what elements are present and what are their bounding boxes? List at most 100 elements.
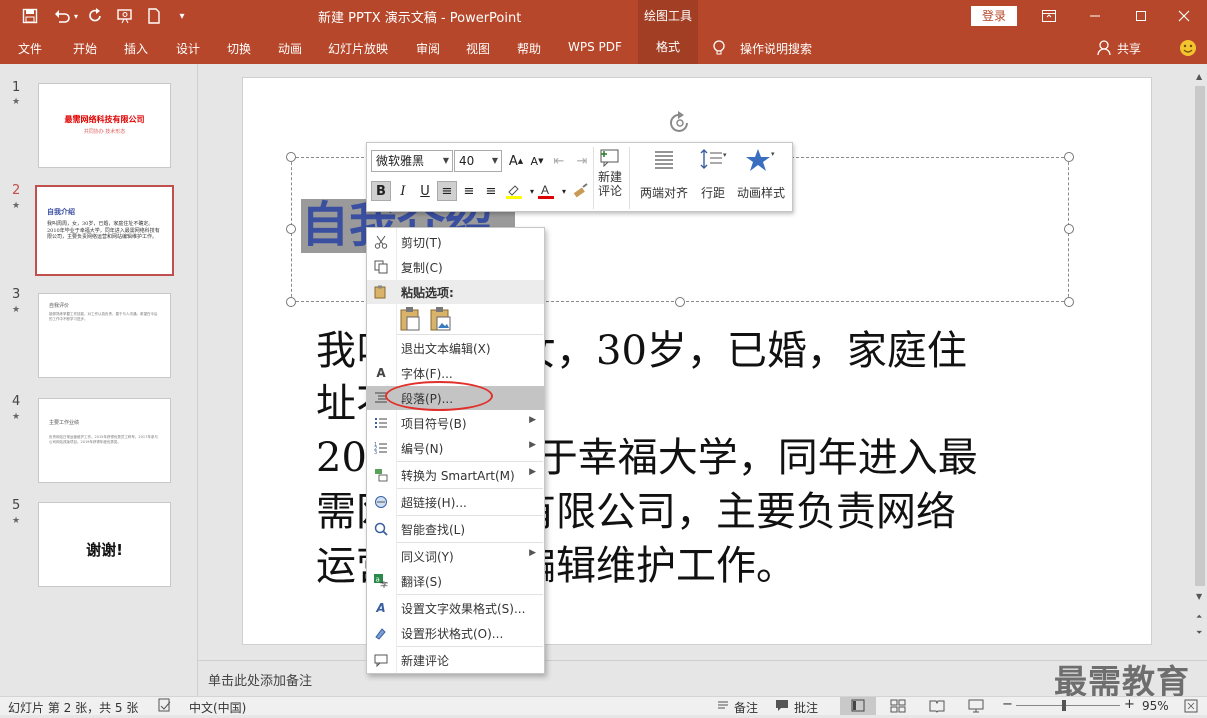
tab-help[interactable]: 帮助 [517, 40, 541, 57]
align-left-icon[interactable]: ≡ [437, 181, 457, 201]
slide-thumbnail-1[interactable]: 最需网络科技有限公司 共同协办 技术形态 [38, 83, 171, 168]
login-button[interactable]: 登录 [971, 6, 1017, 26]
zoom-out-icon[interactable]: − [1002, 697, 1013, 712]
feedback-smiley-icon[interactable] [1179, 39, 1197, 60]
comments-button[interactable]: 批注 [794, 699, 818, 716]
share-person-icon[interactable] [1097, 40, 1111, 59]
font-name-combo[interactable]: 微软雅黑 ▼ [371, 150, 453, 172]
tab-slideshow[interactable]: 幻灯片放映 [328, 40, 388, 57]
comments-icon[interactable] [775, 698, 789, 715]
slide-thumbnail-5[interactable]: 谢谢! [38, 502, 171, 587]
highlight-color-icon[interactable] [504, 181, 524, 201]
slide-thumbnail-pane[interactable]: 1 ★ 最需网络科技有限公司 共同协办 技术形态 2 ★ 自我介绍 我叫周周，女… [0, 64, 198, 696]
notes-icon[interactable] [716, 698, 730, 715]
resize-handle[interactable] [286, 224, 296, 234]
menu-item-smart-lookup[interactable]: 智能查找(L) [367, 517, 544, 541]
slide-thumbnail-3[interactable]: 自我评价 能够熟练掌握工作技能，对工作认真负责，善于与人沟通。希望在今后的工作中… [38, 293, 171, 378]
scroll-up-icon[interactable]: ▲ [1196, 72, 1202, 81]
notes-pane[interactable]: 单击此处添加备注 最需教育 [198, 660, 1207, 701]
paste-picture-icon[interactable] [427, 305, 455, 333]
resize-handle[interactable] [1064, 297, 1074, 307]
tab-home[interactable]: 开始 [73, 40, 97, 57]
rotate-handle-icon[interactable] [667, 110, 693, 139]
align-right-icon[interactable]: ≡ [481, 181, 501, 201]
minimize-icon[interactable] [1072, 0, 1118, 32]
menu-item-bullets[interactable]: 项目符号(B) ▶ [367, 411, 544, 435]
spelling-check-icon[interactable] [158, 698, 172, 715]
notes-placeholder[interactable]: 单击此处添加备注 [208, 670, 312, 689]
resize-handle[interactable] [1064, 152, 1074, 162]
new-comment-button[interactable]: 新建 评论 [597, 147, 623, 198]
svg-text:▾: ▾ [723, 151, 727, 159]
slideshow-view-icon[interactable] [968, 698, 984, 717]
decrease-font-size-icon[interactable]: A ▼ [527, 151, 547, 171]
share-button[interactable]: 共享 [1117, 40, 1141, 57]
menu-item-synonyms[interactable]: 同义词(Y) ▶ [367, 544, 544, 568]
decrease-indent-icon[interactable]: ⇤ [549, 151, 569, 171]
reading-view-icon[interactable] [929, 698, 945, 717]
menu-item-cut[interactable]: 剪切(T) [367, 230, 544, 254]
customize-qat-icon[interactable]: ▾ [170, 5, 194, 27]
menu-item-convert-smartart[interactable]: 转换为 SmartArt(M) ▶ [367, 463, 544, 487]
paste-keep-source-icon[interactable] [397, 305, 425, 333]
zoom-level[interactable]: 95% [1142, 699, 1169, 713]
tell-me-search[interactable]: 操作说明搜索 [740, 40, 812, 57]
tab-format[interactable]: 格式 [638, 33, 698, 64]
slide-thumbnail-2[interactable]: 自我介绍 我叫周周，女，30岁，已婚，家庭住址不确定。2010年毕业于幸福大学，… [35, 185, 174, 276]
font-color-icon[interactable]: A [536, 181, 556, 201]
slide-sorter-view-icon[interactable] [890, 698, 906, 717]
maximize-icon[interactable] [1118, 0, 1164, 32]
tab-insert[interactable]: 插入 [124, 40, 148, 57]
language-indicator[interactable]: 中文(中国) [189, 699, 246, 716]
undo-dropdown-icon[interactable]: ▾ [70, 5, 82, 27]
resize-handle[interactable] [286, 152, 296, 162]
menu-item-shape-format[interactable]: 设置形状格式(O)... [367, 621, 544, 645]
increase-indent-icon[interactable]: ⇥ [572, 151, 592, 171]
previous-slide-icon[interactable]: ⏶ [1196, 612, 1202, 622]
next-slide-icon[interactable]: ⏷ [1196, 628, 1202, 638]
slide-thumbnail-4[interactable]: 主要工作业绩 负责网站日常运营维护工作。2015年获得优秀员工称号。2017年参… [38, 398, 171, 483]
new-file-icon[interactable] [142, 5, 166, 27]
tab-review[interactable]: 审阅 [416, 40, 440, 57]
menu-item-translate[interactable]: a字 翻译(S) [367, 569, 544, 593]
menu-item-numbering[interactable]: 123 编号(N) ▶ [367, 436, 544, 460]
tab-view[interactable]: 视图 [466, 40, 490, 57]
align-center-icon[interactable]: ≡ [459, 181, 479, 201]
tab-file[interactable]: 文件 [18, 40, 42, 57]
menu-item-exit-text-edit[interactable]: 退出文本编辑(X) [367, 336, 544, 360]
line-spacing-button[interactable]: ▾ 行距 [697, 147, 729, 201]
scroll-thumb[interactable] [1195, 86, 1205, 586]
scroll-down-icon[interactable]: ▼ [1196, 592, 1202, 601]
ribbon-display-icon[interactable] [1026, 0, 1072, 32]
menu-item-text-effects[interactable]: A 设置文字效果格式(S)... [367, 596, 544, 620]
increase-font-size-icon[interactable]: A ▲ [506, 151, 526, 171]
italic-button[interactable]: I [393, 181, 413, 201]
tab-wps-pdf[interactable]: WPS PDF [568, 40, 622, 54]
tab-transitions[interactable]: 切换 [227, 40, 251, 57]
font-size-combo[interactable]: 40 ▼ [454, 150, 502, 172]
present-icon[interactable] [113, 5, 137, 27]
resize-handle[interactable] [675, 297, 685, 307]
vertical-scrollbar[interactable]: ▲ ▼ ⏶ ⏷ [1195, 64, 1207, 660]
close-icon[interactable] [1161, 0, 1207, 32]
menu-item-new-comment[interactable]: 新建评论 [367, 648, 544, 672]
notes-button[interactable]: 备注 [734, 699, 758, 716]
save-icon[interactable] [18, 5, 42, 27]
menu-item-copy[interactable]: 复制(C) [367, 255, 544, 279]
format-painter-icon[interactable] [571, 181, 591, 201]
tab-design[interactable]: 设计 [176, 40, 200, 57]
justify-button[interactable]: 两端对齐 [635, 147, 693, 201]
fit-to-window-icon[interactable] [1183, 698, 1199, 717]
animation-styles-button[interactable]: ▾ 动画样式 [733, 147, 789, 201]
zoom-slider-track[interactable] [1016, 705, 1120, 706]
zoom-slider-thumb[interactable] [1062, 700, 1066, 711]
normal-view-icon[interactable] [840, 697, 876, 715]
zoom-in-icon[interactable]: + [1124, 697, 1135, 712]
bold-button[interactable]: B [371, 181, 391, 201]
resize-handle[interactable] [1064, 224, 1074, 234]
menu-item-hyperlink[interactable]: 超链接(H)... [367, 490, 544, 514]
tab-animations[interactable]: 动画 [278, 40, 302, 57]
redo-icon[interactable] [84, 5, 108, 27]
underline-button[interactable]: U [415, 181, 435, 201]
resize-handle[interactable] [286, 297, 296, 307]
